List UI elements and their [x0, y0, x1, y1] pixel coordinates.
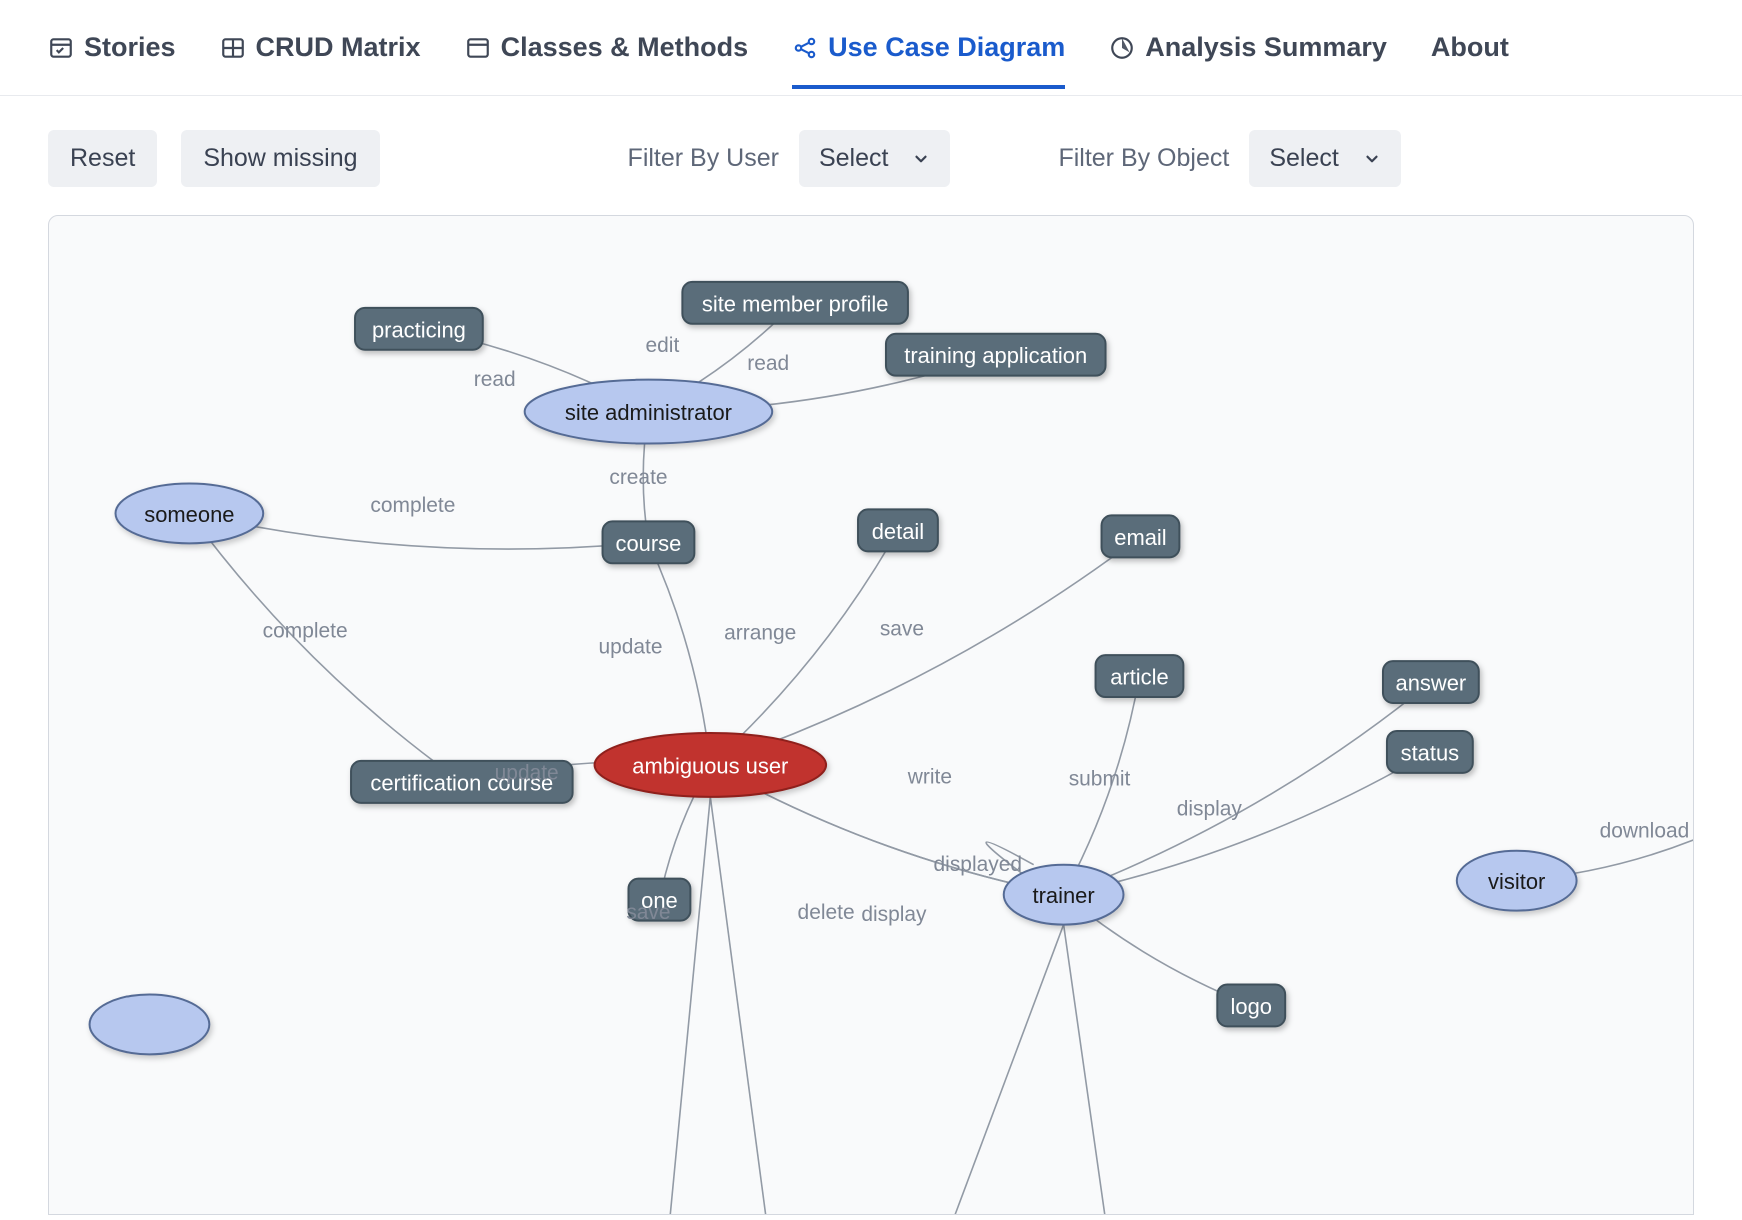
object-node-article[interactable]: article — [1096, 655, 1184, 697]
edge-label: complete — [263, 620, 348, 643]
filter-object-group: Filter By Object Select — [1058, 130, 1400, 187]
svg-text:ambiguous user: ambiguous user — [632, 753, 788, 778]
object-node-logo[interactable]: logo — [1217, 984, 1285, 1026]
share-icon — [792, 35, 818, 61]
tab-classes[interactable]: Classes & Methods — [465, 32, 749, 89]
actor-node-unknown[interactable] — [90, 994, 210, 1054]
object-node-training[interactable]: training application — [886, 334, 1106, 376]
edge-label: display — [861, 903, 927, 926]
tab-label: About — [1431, 32, 1509, 63]
object-node-profile[interactable]: site member profile — [682, 282, 908, 324]
object-node-detail[interactable]: detail — [858, 509, 938, 551]
filter-user-group: Filter By User Select — [628, 130, 951, 187]
tab-label: CRUD Matrix — [256, 32, 421, 63]
svg-text:training application: training application — [904, 343, 1087, 368]
select-value: Select — [1269, 144, 1338, 173]
edge-label: update — [598, 636, 662, 659]
use-case-diagram[interactable]: practicing site member profile training ap… — [49, 216, 1693, 1214]
diagram-panel[interactable]: practicing site member profile training ap… — [48, 215, 1694, 1215]
svg-text:course: course — [616, 531, 682, 556]
edge-label: displayed — [934, 853, 1022, 876]
grid-icon — [220, 35, 246, 61]
chevron-down-icon — [912, 150, 930, 168]
actor-node-someone[interactable]: someone — [116, 483, 264, 543]
edge — [948, 925, 1064, 1214]
svg-text:status: status — [1401, 740, 1460, 765]
edge — [710, 797, 768, 1214]
actor-node-visitor[interactable]: visitor — [1457, 851, 1577, 911]
edge-label: write — [907, 765, 952, 788]
edge-label: edit — [646, 334, 680, 357]
tab-about[interactable]: About — [1431, 32, 1509, 89]
actor-node-siteadmin[interactable]: site administrator — [525, 380, 773, 444]
window-icon — [465, 35, 491, 61]
edge — [1064, 925, 1108, 1214]
tab-bar: Stories CRUD Matrix Classes & Methods Us… — [0, 0, 1742, 96]
edge-label: download — [1600, 819, 1690, 842]
edge — [710, 536, 1140, 765]
svg-text:trainer: trainer — [1033, 883, 1095, 908]
svg-text:site administrator: site administrator — [565, 400, 732, 425]
svg-text:visitor: visitor — [1488, 869, 1545, 894]
edge-label: read — [474, 368, 516, 391]
edge-label: update — [495, 761, 559, 784]
svg-text:email: email — [1114, 525, 1166, 550]
tab-label: Use Case Diagram — [828, 32, 1065, 63]
edge-label: delete — [798, 901, 855, 924]
select-value: Select — [819, 144, 888, 173]
tab-crud[interactable]: CRUD Matrix — [220, 32, 421, 89]
filter-object-select[interactable]: Select — [1249, 130, 1400, 187]
tab-analysis[interactable]: Analysis Summary — [1109, 32, 1387, 89]
edge-label: save — [626, 901, 670, 924]
tab-usecase[interactable]: Use Case Diagram — [792, 32, 1065, 89]
edge-label: read — [747, 352, 789, 375]
svg-text:practicing: practicing — [372, 317, 466, 342]
tab-label: Analysis Summary — [1145, 32, 1387, 63]
stories-icon — [48, 35, 74, 61]
reset-button[interactable]: Reset — [48, 130, 157, 187]
object-node-practicing[interactable]: practicing — [355, 308, 483, 350]
show-missing-button[interactable]: Show missing — [181, 130, 379, 187]
object-node-email[interactable]: email — [1102, 515, 1180, 557]
object-node-course[interactable]: course — [603, 521, 695, 563]
tab-label: Classes & Methods — [501, 32, 749, 63]
chevron-down-icon — [1363, 150, 1381, 168]
actor-node-ambiguous[interactable]: ambiguous user — [595, 733, 827, 797]
edge-label: complete — [370, 494, 455, 517]
edge — [668, 797, 710, 1214]
edge-label: submit — [1069, 767, 1131, 790]
edge-label: save — [880, 618, 924, 641]
svg-text:detail: detail — [872, 519, 924, 544]
object-node-status[interactable]: status — [1387, 731, 1473, 773]
toolbar: Reset Show missing Filter By User Select… — [0, 96, 1742, 215]
tab-stories[interactable]: Stories — [48, 32, 176, 89]
edge-label: arrange — [724, 622, 796, 645]
svg-text:logo: logo — [1230, 994, 1271, 1019]
filter-user-select[interactable]: Select — [799, 130, 950, 187]
edge — [189, 513, 461, 781]
tab-label: Stories — [84, 32, 176, 63]
svg-text:answer: answer — [1396, 671, 1467, 696]
pie-icon — [1109, 35, 1135, 61]
svg-text:article: article — [1110, 665, 1169, 690]
edge-label: create — [609, 466, 667, 489]
filter-object-label: Filter By Object — [1058, 144, 1229, 173]
filter-user-label: Filter By User — [628, 144, 779, 173]
edge-label: display — [1177, 797, 1243, 820]
svg-text:someone: someone — [144, 502, 234, 527]
svg-text:site member profile: site member profile — [702, 291, 889, 316]
object-node-answer[interactable]: answer — [1383, 661, 1479, 703]
